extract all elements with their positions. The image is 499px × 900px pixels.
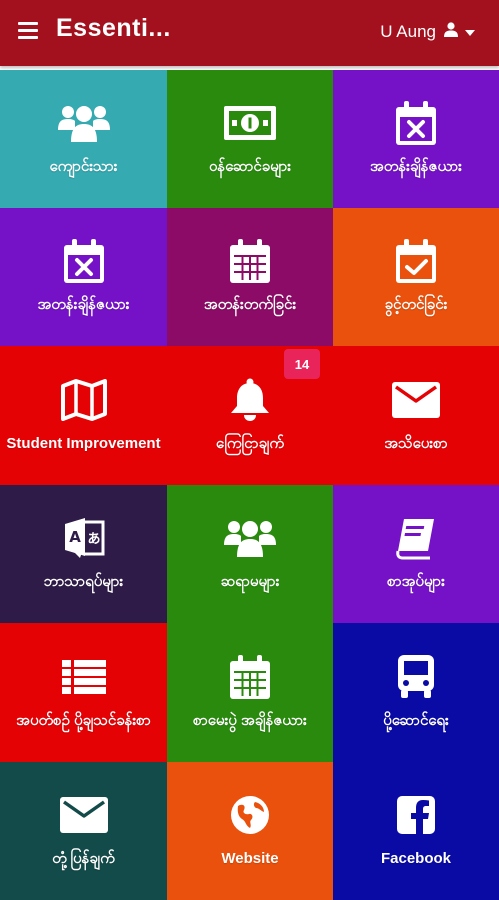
calendar-x-icon bbox=[63, 238, 104, 284]
tile-17[interactable]: Website bbox=[167, 762, 333, 900]
tile-3[interactable]: အတန်းချိန်ဇယား bbox=[333, 70, 499, 208]
user-menu[interactable]: U Aung bbox=[380, 22, 475, 42]
tile-13[interactable]: အပတ်စဉ် ပို့ချသင်ခန်းစာ bbox=[0, 623, 167, 762]
tile-15[interactable]: ပို့ဆောင်ရေး bbox=[333, 623, 499, 762]
globe-icon bbox=[230, 792, 270, 838]
tile-label: အတန်းချိန်ဇယား bbox=[370, 158, 462, 175]
tile-5[interactable]: အတန်းတက်ခြင်း bbox=[167, 208, 333, 346]
tile-label: ပို့ဆောင်ရေး bbox=[383, 711, 449, 729]
calendar-x-icon bbox=[396, 100, 436, 146]
tile-7[interactable]: Student Improvement bbox=[0, 346, 167, 485]
tile-label: ဆရာမများ bbox=[220, 573, 280, 590]
tile-2[interactable]: ဝန်ဆောင်ခများ bbox=[167, 70, 333, 208]
module-grid: ကျောင်းသား ဝန်ဆောင်ခများ အတန်းချိန်ဇယား အတန… bbox=[0, 70, 499, 900]
tile-label: အပတ်စဉ် ပို့ချသင်ခန်းစာ bbox=[16, 711, 151, 729]
tile-6[interactable]: ခွင့်တင်ခြင်း bbox=[333, 208, 499, 346]
user-icon bbox=[444, 22, 458, 42]
tile-10[interactable]: A あ ဘာသာရပ်များ bbox=[0, 485, 167, 623]
money-icon bbox=[224, 100, 276, 146]
calendar-icon bbox=[230, 654, 270, 700]
envelope-icon bbox=[59, 792, 108, 838]
facebook-icon bbox=[397, 792, 435, 838]
caret-down-icon bbox=[465, 22, 475, 42]
tile-label: အတန်းချိန်ဇယား bbox=[37, 296, 130, 313]
tile-1[interactable]: ကျောင်းသား bbox=[0, 70, 167, 208]
tile-label: စာအုပ်များ bbox=[387, 573, 445, 590]
notification-badge: 14 bbox=[284, 349, 320, 379]
tile-16[interactable]: တုံ့ပြန်ချက် bbox=[0, 762, 167, 900]
bus-icon bbox=[396, 654, 436, 700]
top-app-bar: Essenti... U Aung bbox=[0, 0, 499, 66]
tile-label: တုံ့ပြန်ချက် bbox=[52, 850, 115, 867]
tile-label: အသိပေးစာ bbox=[384, 434, 448, 452]
tile-9[interactable]: အသိပေးစာ bbox=[333, 346, 499, 485]
app-title: Essenti... bbox=[56, 14, 171, 42]
language-icon: Aあ bbox=[62, 515, 106, 561]
envelope-icon bbox=[392, 377, 440, 423]
tile-label: ကျောင်းသား bbox=[49, 158, 118, 175]
calendar-check-icon bbox=[396, 238, 436, 284]
users-icon bbox=[57, 100, 111, 146]
user-name: U Aung bbox=[380, 22, 436, 41]
svg-text:A: A bbox=[69, 528, 81, 546]
tile-label: Website bbox=[221, 850, 279, 867]
tile-label: အတန်းတက်ခြင်း bbox=[203, 296, 297, 313]
tile-label: စာမေးပွဲ အချိန်ဇယား bbox=[193, 711, 307, 729]
list-icon bbox=[61, 654, 106, 700]
tile-label: ခွင့်တင်ခြင်း bbox=[384, 296, 448, 313]
tile-label: Student Improvement bbox=[6, 434, 161, 452]
calendar-icon bbox=[230, 238, 270, 284]
tile-12[interactable]: စာအုပ်များ bbox=[333, 485, 499, 623]
tile-4[interactable]: အတန်းချိန်ဇယား bbox=[0, 208, 167, 346]
users-icon bbox=[223, 515, 277, 561]
tile-label: ဘာသာရပ်များ bbox=[43, 573, 124, 590]
tile-18[interactable]: Facebook bbox=[333, 762, 499, 900]
tile-11[interactable]: ဆရာမများ bbox=[167, 485, 333, 623]
hamburger-icon[interactable] bbox=[18, 22, 38, 40]
book-icon bbox=[394, 515, 438, 561]
svg-text:あ: あ bbox=[87, 532, 100, 547]
bell-icon bbox=[229, 377, 271, 423]
tile-label: Facebook bbox=[380, 850, 452, 867]
tile-label: ကြေငြာချက် bbox=[215, 434, 285, 452]
tile-8[interactable]: ကြေငြာချက် 14 bbox=[167, 346, 333, 485]
tile-label: ဝန်ဆောင်ခများ bbox=[208, 158, 292, 175]
tile-14[interactable]: စာမေးပွဲ အချိန်ဇယား bbox=[167, 623, 333, 762]
map-icon bbox=[60, 377, 108, 423]
